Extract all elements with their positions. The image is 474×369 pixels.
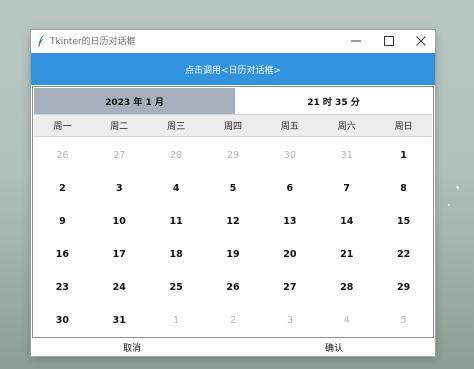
weekday-label: 周六 <box>337 122 356 132</box>
day-cell[interactable]: 17 <box>91 238 148 271</box>
dialog-window: Tkinter的日历对话框 点击调用<日历对话框> 2023 年 1 月 21 … <box>31 30 435 356</box>
day-cell[interactable]: 10 <box>91 205 148 238</box>
weekday-header-row: 周一 周二 周三 周四 周五 周六 周日 <box>34 114 432 137</box>
day-cell[interactable]: 30 <box>34 304 91 337</box>
day-cell[interactable]: 11 <box>148 205 205 238</box>
day-cell[interactable]: 22 <box>375 238 432 271</box>
feather-icon <box>38 34 46 47</box>
open-calendar-button[interactable]: 点击调用<日历对话框> <box>31 53 435 85</box>
maximize-button[interactable] <box>374 30 404 51</box>
day-cell[interactable]: 13 <box>261 205 318 238</box>
weekday-label: 周日 <box>394 122 413 132</box>
day-cell-other-month[interactable]: 4 <box>318 304 375 337</box>
weekday-label: 周三 <box>167 122 186 132</box>
time-header[interactable]: 21 时 35 分 <box>235 88 432 114</box>
day-cell[interactable]: 31 <box>91 304 148 337</box>
day-cell[interactable]: 6 <box>261 172 318 205</box>
weekday-label: 周四 <box>224 122 243 132</box>
maximize-icon <box>384 35 394 46</box>
day-cell[interactable]: 14 <box>318 205 375 238</box>
day-cell[interactable]: 23 <box>34 271 91 304</box>
day-cell-other-month[interactable]: 29 <box>205 139 262 172</box>
day-cell[interactable]: 7 <box>318 172 375 205</box>
day-cell-other-month[interactable]: 2 <box>205 304 262 337</box>
confirm-button[interactable]: 确认 <box>233 338 435 356</box>
day-cell-other-month[interactable]: 27 <box>91 139 148 172</box>
close-icon <box>416 35 426 46</box>
day-cell[interactable]: 29 <box>375 271 432 304</box>
day-cell[interactable]: 18 <box>148 238 205 271</box>
desktop-sparkle <box>456 186 459 189</box>
desktop-sparkle <box>448 204 450 206</box>
day-cell[interactable]: 4 <box>148 172 205 205</box>
month-header[interactable]: 2023 年 1 月 <box>34 88 235 114</box>
day-cell-other-month[interactable]: 31 <box>318 139 375 172</box>
action-bar: 取消 确认 <box>31 338 435 356</box>
day-grid: 26 27 28 29 30 31 1 2 3 4 5 6 7 8 9 10 11 12 13 14 15 16 17 18 1… <box>34 139 432 337</box>
day-cell[interactable]: 9 <box>34 205 91 238</box>
day-cell-other-month[interactable]: 5 <box>375 304 432 337</box>
day-cell[interactable]: 8 <box>375 172 432 205</box>
day-cell[interactable]: 3 <box>91 172 148 205</box>
cancel-button[interactable]: 取消 <box>31 338 233 356</box>
calendar-dialog: 2023 年 1 月 21 时 35 分 周一 周二 周三 周四 周五 周六 周… <box>32 86 434 338</box>
day-cell-other-month[interactable]: 28 <box>148 139 205 172</box>
minimize-button[interactable] <box>341 30 371 51</box>
weekday-label: 周一 <box>53 122 72 132</box>
day-cell[interactable]: 20 <box>261 238 318 271</box>
day-cell-other-month[interactable]: 30 <box>261 139 318 172</box>
day-cell[interactable]: 25 <box>148 271 205 304</box>
day-cell[interactable]: 24 <box>91 271 148 304</box>
day-cell[interactable]: 19 <box>205 238 262 271</box>
day-cell[interactable]: 2 <box>34 172 91 205</box>
day-cell[interactable]: 12 <box>205 205 262 238</box>
day-cell[interactable]: 26 <box>205 271 262 304</box>
day-cell[interactable]: 15 <box>375 205 432 238</box>
close-button[interactable] <box>406 30 436 51</box>
day-cell[interactable]: 21 <box>318 238 375 271</box>
minimize-icon <box>351 40 361 41</box>
day-cell-other-month[interactable]: 1 <box>148 304 205 337</box>
day-cell[interactable]: 16 <box>34 238 91 271</box>
day-cell-other-month[interactable]: 3 <box>261 304 318 337</box>
weekday-label: 周五 <box>280 122 299 132</box>
day-cell[interactable]: 1 <box>375 139 432 172</box>
weekday-label: 周二 <box>110 122 129 132</box>
window-title: Tkinter的日历对话框 <box>50 37 136 47</box>
day-cell[interactable]: 28 <box>318 271 375 304</box>
day-cell-other-month[interactable]: 26 <box>34 139 91 172</box>
day-cell[interactable]: 5 <box>205 172 262 205</box>
day-cell[interactable]: 27 <box>261 271 318 304</box>
title-bar[interactable]: Tkinter的日历对话框 <box>31 30 435 51</box>
